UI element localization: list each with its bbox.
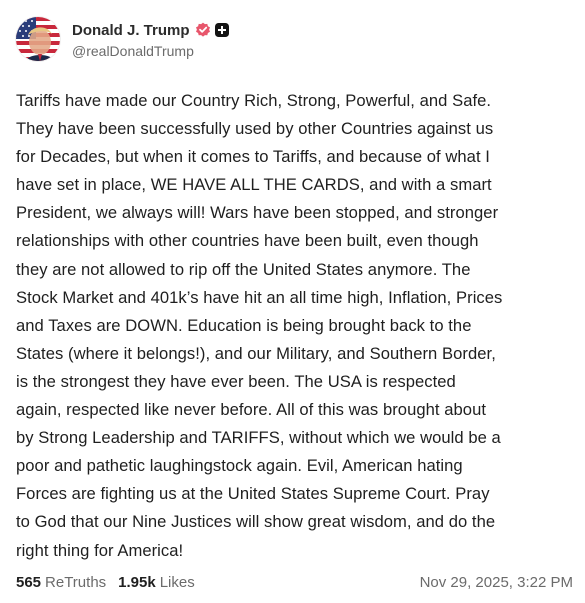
post-text-line: for Decades, but when it comes to Tariff… <box>16 147 490 167</box>
post-text-line: is the strongest they have ever been. Th… <box>16 371 456 391</box>
retruths-label: ReTruths <box>45 573 107 591</box>
post-text-line: have set in place, WE HAVE ALL THE CARDS… <box>16 175 492 195</box>
retruths-count: 565 <box>16 573 42 591</box>
post-text-line: They have been successfully used by othe… <box>16 119 494 139</box>
truth-post: Donald J. Trump @realDonaldTrump Tariffs… <box>0 0 585 603</box>
name-row: Donald J. Trump <box>72 19 229 41</box>
handle[interactable]: @realDonaldTrump <box>72 43 229 59</box>
post-text-line: Stock Market and 401k’s have hit an all … <box>16 287 503 307</box>
likes-stat[interactable]: 1.95k Likes <box>118 574 195 591</box>
post-text-line: States (where it belongs!), and our Mili… <box>16 343 496 363</box>
post-text-line: and Taxes are DOWN. Education is being b… <box>16 315 472 335</box>
post-footer: 565 ReTruths 1.95k Likes Nov 29, 2025, 3… <box>16 571 573 593</box>
retruths-stat[interactable]: 565 ReTruths <box>16 574 106 591</box>
post-text-line: by Strong Leadership and TARIFFS, withou… <box>16 428 501 448</box>
post-text-line: Tariffs have made our Country Rich, Stro… <box>16 91 492 110</box>
post-header: Donald J. Trump @realDonaldTrump <box>16 16 229 62</box>
likes-label: Likes <box>159 573 195 591</box>
post-text-line: President, we always will! Wars have bee… <box>16 203 499 223</box>
avatar[interactable] <box>16 17 60 61</box>
post-text: Tariffs have made our Country Rich, Stro… <box>16 87 572 565</box>
post-text-line: relationships with other countries have … <box>16 231 479 251</box>
author-info: Donald J. Trump @realDonaldTrump <box>72 19 229 59</box>
likes-count: 1.95k <box>118 573 156 591</box>
avatar-image <box>16 17 60 61</box>
post-text-line: they are not allowed to rip off the Unit… <box>16 259 471 279</box>
post-text-line: to God that our Nine Justices will show … <box>16 512 496 532</box>
post-text-line: poor and pathetic laughingstock again. E… <box>16 456 463 476</box>
verified-badge-icon <box>195 22 211 38</box>
post-text-line: right thing for America! <box>16 540 184 560</box>
post-text-line: again, respected like never before. All … <box>16 400 487 420</box>
plus-badge-icon <box>214 23 229 37</box>
display-name[interactable]: Donald J. Trump <box>72 22 190 39</box>
post-timestamp[interactable]: Nov 29, 2025, 3:22 PM <box>420 574 573 591</box>
post-text-line: Forces are fighting us at the United Sta… <box>16 484 490 504</box>
